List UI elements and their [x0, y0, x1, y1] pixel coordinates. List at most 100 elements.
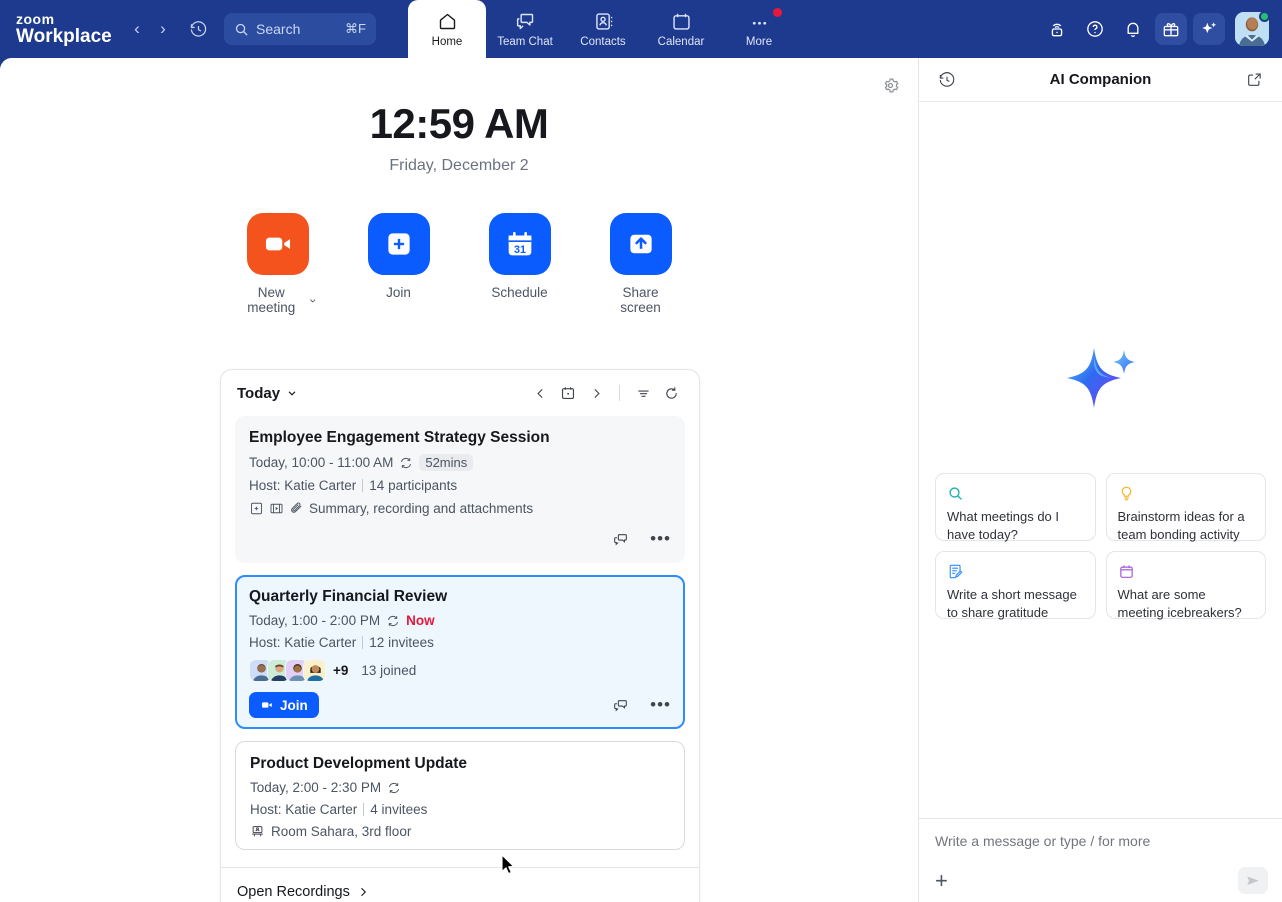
current-date: Friday, December 2: [389, 157, 529, 174]
plus-icon[interactable]: +: [935, 870, 948, 892]
suggestion-text: Write a short message to share gratitude: [947, 587, 1077, 620]
filter-button[interactable]: [631, 381, 655, 405]
meeting-chat-icon[interactable]: [612, 697, 629, 714]
now-badge: Now: [406, 613, 435, 628]
prev-day-button[interactable]: [528, 381, 552, 405]
tab-calendar[interactable]: Calendar: [642, 0, 720, 58]
open-recordings-link[interactable]: Open Recordings: [237, 884, 369, 900]
ai-companion-header: AI Companion: [919, 58, 1282, 102]
tab-calendar-label: Calendar: [657, 35, 705, 48]
meeting-participants: 12 invitees: [369, 635, 434, 650]
current-time: 12:59 AM: [369, 100, 549, 147]
meeting-chat-icon[interactable]: [612, 531, 629, 548]
back-button[interactable]: ‹: [124, 15, 150, 43]
meeting-assets-row[interactable]: Summary, recording and attachments: [249, 501, 671, 516]
date-picker-button[interactable]: [556, 381, 580, 405]
search-icon: [235, 23, 248, 36]
main-tabs: Home Team Chat Contacts Calendar More: [408, 0, 798, 58]
calendar-icon: [1118, 562, 1255, 581]
row-separator: [363, 803, 365, 816]
row-separator: [362, 636, 364, 649]
brand-workplace: Workplace: [16, 26, 112, 47]
joined-count: 13 joined: [361, 663, 417, 678]
suggestion-card[interactable]: What meetings do I have today?: [935, 473, 1096, 542]
join-meeting-button[interactable]: Join: [359, 213, 439, 315]
meeting-assets-label: Summary, recording and attachments: [309, 501, 534, 516]
participant-avatars[interactable]: +9 13 joined: [249, 659, 671, 682]
more-badge-dot: [773, 8, 782, 17]
card-footer: •••: [249, 525, 671, 553]
meeting-more-icon[interactable]: •••: [650, 696, 671, 713]
suggestion-card[interactable]: Brainstorm ideas for a team bonding acti…: [1105, 473, 1266, 542]
refresh-button[interactable]: [659, 381, 683, 405]
suggestion-card[interactable]: Write a short message to share gratitude: [935, 551, 1096, 620]
video-camera-icon: [246, 213, 309, 275]
meetings-panel: Today Employee Engagement Strategy Sessi…: [220, 369, 700, 902]
forward-button[interactable]: ›: [150, 15, 176, 43]
tab-team-chat[interactable]: Team Chat: [486, 0, 564, 58]
meeting-time-row: Today, 10:00 - 11:00 AM 52mins: [249, 454, 671, 471]
suggestion-text: What are some meeting icebreakers?: [1117, 587, 1242, 620]
meeting-participants: 4 invitees: [370, 802, 428, 817]
meeting-more-icon[interactable]: •••: [650, 530, 671, 547]
gear-icon[interactable]: [876, 71, 904, 99]
history-clock-icon[interactable]: [935, 68, 959, 92]
composer-placeholder: Write a message or type / for more: [935, 833, 1151, 849]
tab-contacts[interactable]: Contacts: [564, 0, 642, 58]
tab-home-label: Home: [431, 35, 463, 48]
paperclip-icon: [291, 502, 302, 513]
send-paper-plane-icon[interactable]: [1238, 867, 1268, 894]
help-question-icon[interactable]: [1079, 13, 1111, 45]
video-camera-icon: [262, 702, 272, 708]
lightbulb-icon: [1118, 484, 1255, 503]
schedule-button[interactable]: 31 Schedule: [480, 213, 560, 315]
day-selector[interactable]: Today: [237, 385, 298, 402]
open-external-icon[interactable]: [1242, 68, 1266, 92]
online-status-dot: [1259, 11, 1270, 22]
meeting-title: Employee Engagement Strategy Session: [249, 429, 550, 446]
meeting-card[interactable]: Product Development Update Today, 2:00 -…: [235, 741, 685, 850]
gift-box-icon[interactable]: [1155, 13, 1187, 45]
meeting-room-row: Room Sahara, 3rd floor: [250, 824, 670, 839]
history-clock-icon[interactable]: [184, 15, 212, 43]
chevron-right-icon: [360, 887, 366, 896]
ai-companion-title: AI Companion: [1049, 71, 1152, 88]
home-icon: [437, 11, 458, 33]
summary-doc-icon: [251, 502, 262, 515]
meeting-card[interactable]: Quarterly Financial Review Today, 1:00 -…: [235, 575, 685, 729]
ai-sparkle-icon[interactable]: [1193, 13, 1225, 45]
panel-toolbar: [528, 381, 683, 405]
share-screen-label: Share screen: [620, 285, 661, 315]
brand-zoom: zoom: [16, 11, 55, 27]
ai-companion-body: What meetings do I have today? Brainstor…: [919, 102, 1282, 818]
ai-composer[interactable]: Write a message or type / for more +: [919, 818, 1282, 902]
cast-wireless-icon[interactable]: [1041, 13, 1073, 45]
note-pencil-icon: [947, 562, 1084, 581]
card-footer: Join •••: [249, 691, 671, 719]
meeting-title: Quarterly Financial Review: [249, 588, 448, 605]
tab-more[interactable]: More: [720, 0, 798, 58]
avatar: [303, 659, 326, 682]
search-input[interactable]: Search ⌘F: [224, 13, 376, 45]
card-footer-icons: •••: [612, 530, 671, 548]
chevron-down-icon: [310, 298, 316, 302]
notification-bell-icon[interactable]: [1117, 13, 1149, 45]
meeting-room-label: Room Sahara, 3rd floor: [271, 824, 412, 839]
suggestion-card[interactable]: What are some meeting icebreakers?: [1105, 551, 1266, 620]
user-avatar[interactable]: [1235, 11, 1270, 46]
tab-home[interactable]: Home: [408, 0, 486, 58]
share-screen-button[interactable]: Share screen: [601, 213, 681, 315]
avatar-overflow-count: +9: [333, 663, 349, 678]
ai-companion-panel: AI Companion What meetings do I have tod…: [918, 58, 1282, 902]
join-button[interactable]: Join: [249, 692, 319, 718]
meeting-card[interactable]: Employee Engagement Strategy Session Tod…: [235, 416, 685, 563]
meeting-host-row: Host: Katie Carter 12 invitees: [249, 635, 671, 650]
new-meeting-button[interactable]: New meeting: [238, 213, 318, 315]
meeting-time: Today, 2:00 - 2:30 PM: [250, 780, 382, 795]
suggestion-text: What meetings do I have today?: [947, 509, 1059, 542]
meeting-host: Host: Katie Carter: [249, 478, 357, 493]
suggestion-text: Brainstorm ideas for a team bonding acti…: [1117, 509, 1245, 542]
ellipsis-icon: [749, 11, 770, 33]
next-day-button[interactable]: [584, 381, 608, 405]
title-bar: zoom Workplace ‹ › Search ⌘F Home Team C…: [0, 0, 1282, 58]
